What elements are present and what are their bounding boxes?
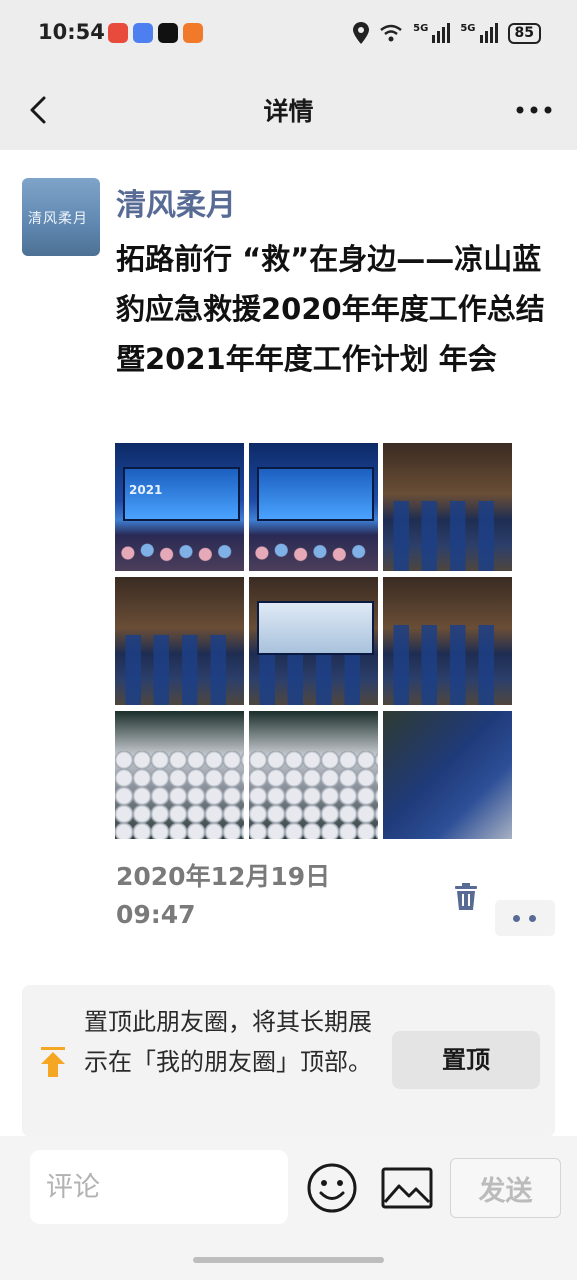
balloons — [115, 539, 244, 567]
balloons — [249, 539, 378, 567]
post-timestamp: 2020年12月19日 09:47 — [116, 862, 331, 929]
send-button[interactable]: 发送 — [450, 1158, 561, 1218]
photo-thumbnail[interactable] — [249, 711, 378, 839]
signal-icon-2: 5G — [460, 23, 498, 43]
team-members — [383, 501, 512, 571]
author-name[interactable]: 清风柔月 — [116, 180, 236, 224]
photo-thumbnail[interactable] — [383, 711, 512, 839]
photo-thumbnail[interactable] — [249, 577, 378, 705]
network-type-1: 5G — [413, 23, 429, 34]
avatar[interactable]: 清风柔月 — [22, 178, 100, 256]
tiktok-notification-icon — [158, 23, 178, 43]
team-members — [115, 635, 244, 705]
comment-bar: 发送 — [0, 1136, 577, 1280]
photo-thumbnail[interactable] — [115, 711, 244, 839]
badges — [249, 751, 378, 839]
status-indicators: 5G 5G 85 — [353, 22, 541, 44]
status-bar: 10:54 5G 5G 85 — [0, 0, 577, 72]
status-time: 10:54 — [38, 20, 105, 44]
home-indicator[interactable] — [193, 1257, 384, 1263]
dot-icon — [513, 915, 520, 922]
emoji-icon[interactable] — [306, 1162, 358, 1214]
stage-screen — [257, 467, 374, 521]
pin-suggestion-card: 置顶此朋友圈，将其长期展示在「我的朋友圈」顶部。 置顶 — [22, 985, 555, 1137]
dot-icon — [529, 915, 536, 922]
avatar-caption: 清风柔月 — [28, 211, 88, 227]
image-icon[interactable] — [380, 1166, 434, 1210]
signal-icon: 5G — [413, 23, 451, 43]
network-type-2: 5G — [460, 23, 476, 34]
pin-description: 置顶此朋友圈，将其长期展示在「我的朋友圈」顶部。 — [84, 1008, 372, 1076]
presentation-screen — [257, 601, 374, 655]
pin-to-top-icon — [41, 1047, 65, 1077]
post-text: 拓路前行 “救”在身边——凉山蓝豹应急救援2020年年度工作总结 暨2021年年… — [116, 242, 545, 376]
team-members — [383, 625, 512, 705]
photo-grid: 2021 — [115, 443, 513, 839]
battery-icon: 85 — [507, 22, 541, 44]
photo-thumbnail[interactable] — [383, 443, 512, 571]
more-dots-icon[interactable] — [509, 92, 559, 128]
notification-icons — [108, 23, 203, 43]
stage-caption: 2021 — [129, 483, 163, 497]
comment-input[interactable] — [30, 1150, 288, 1224]
pin-button[interactable]: 置顶 — [392, 1031, 540, 1089]
shop-notification-icon — [183, 23, 203, 43]
photo-thumbnail[interactable]: 2021 — [115, 443, 244, 571]
photo-thumbnail[interactable] — [115, 577, 244, 705]
location-icon — [353, 22, 370, 44]
message-notification-icon — [133, 23, 153, 43]
app-notification-icon — [108, 23, 128, 43]
moment-detail: 清风柔月 清风柔月 拓路前行 “救”在身边——凉山蓝豹应急救援2020年年度工作… — [0, 150, 577, 1137]
trash-icon[interactable] — [452, 882, 480, 912]
team-members — [249, 655, 378, 705]
nav-bar: 详情 — [0, 72, 577, 150]
page-title: 详情 — [263, 97, 314, 126]
photo-thumbnail[interactable] — [249, 443, 378, 571]
photo-thumbnail[interactable] — [383, 577, 512, 705]
like-comment-button[interactable] — [495, 900, 555, 936]
wifi-icon — [380, 24, 402, 42]
badges — [115, 751, 244, 839]
